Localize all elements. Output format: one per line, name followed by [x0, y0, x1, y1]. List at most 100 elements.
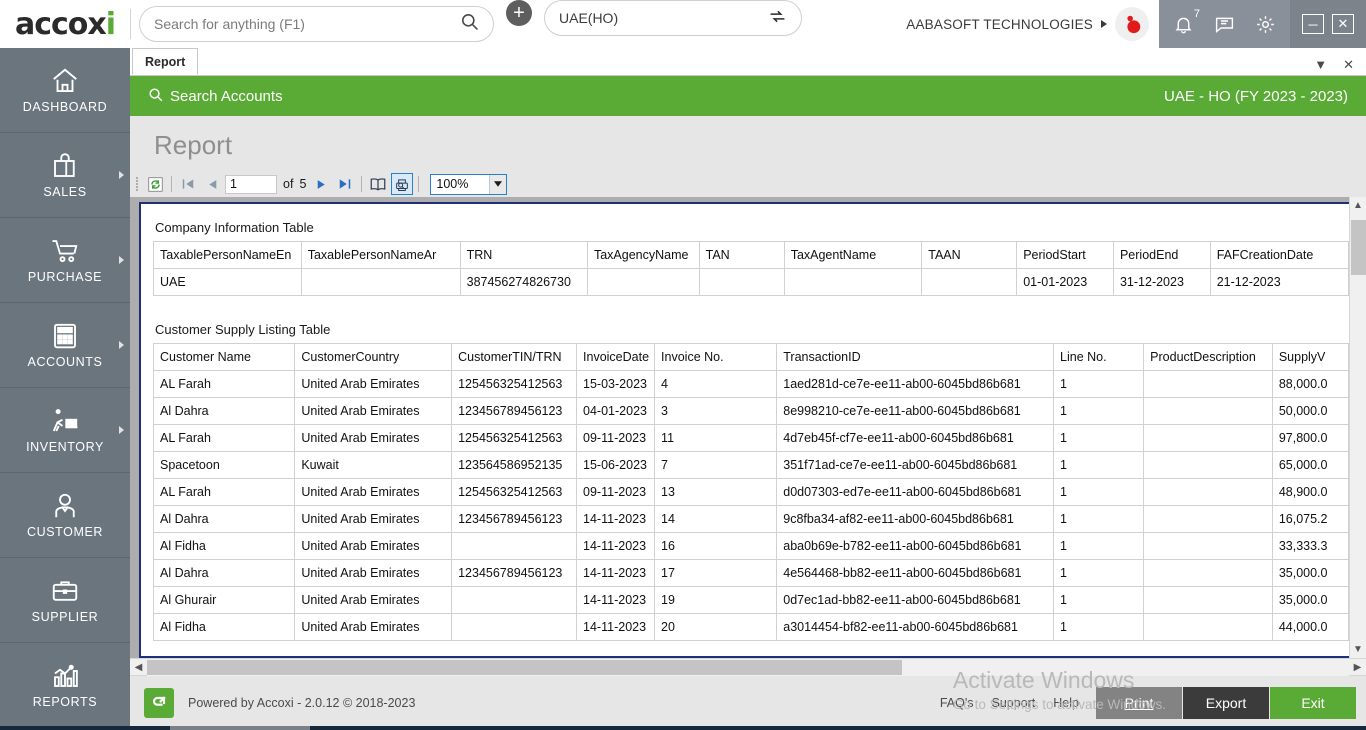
search-box[interactable]	[139, 6, 494, 42]
table-cell: United Arab Emirates	[295, 614, 452, 641]
table-row: SpacetoonKuwait12356458695213515-06-2023…	[154, 452, 1349, 479]
table-cell: 1	[1054, 614, 1144, 641]
page-number-input[interactable]	[225, 175, 277, 194]
tab-close-icon[interactable]: ✕	[1343, 58, 1354, 71]
report-vertical-scrollbar[interactable]: ▲ ▼	[1349, 197, 1366, 658]
faq-link[interactable]: FAQ's	[940, 696, 974, 710]
shopping-bag-icon	[49, 151, 81, 181]
table-cell: AL Farah	[154, 425, 295, 452]
sidebar-label: PURCHASE	[28, 270, 102, 284]
table-cell: 4	[655, 371, 777, 398]
table-cell: Al Dahra	[154, 560, 295, 587]
gear-icon[interactable]	[1255, 14, 1276, 35]
report-viewer-toolbar: of 5	[130, 171, 1366, 197]
scroll-up-icon[interactable]: ▲	[1350, 197, 1366, 214]
print-preview-icon[interactable]	[391, 173, 413, 195]
column-header: TaxAgencyName	[587, 242, 699, 269]
help-link[interactable]: Help	[1053, 696, 1079, 710]
table-cell: 16	[655, 533, 777, 560]
avatar[interactable]	[1115, 7, 1149, 41]
scroll-down-icon[interactable]: ▼	[1350, 641, 1366, 658]
table-cell	[784, 269, 922, 296]
search-icon	[148, 87, 163, 106]
sidebar-item-accounts[interactable]: ACCOUNTS	[0, 303, 130, 388]
table-cell: 35,000.0	[1272, 587, 1348, 614]
zoom-select[interactable]: 100%	[430, 174, 507, 195]
next-page-button[interactable]	[310, 173, 332, 195]
person-icon	[50, 491, 80, 521]
table-cell: 33,333.3	[1272, 533, 1348, 560]
table-cell: 09-11-2023	[577, 479, 655, 506]
chevron-right-icon[interactable]	[1101, 20, 1107, 28]
table-cell: 13	[655, 479, 777, 506]
horizontal-scroll-thumb[interactable]	[147, 660, 902, 675]
sidebar-item-purchase[interactable]: PURCHASE	[0, 218, 130, 303]
search-input[interactable]	[154, 16, 460, 32]
table-cell: UAE	[154, 269, 302, 296]
table-row: AL FarahUnited Arab Emirates125456325412…	[154, 371, 1349, 398]
export-button[interactable]: Export	[1183, 687, 1269, 719]
horizontal-scroll-track[interactable]	[147, 659, 1349, 676]
scroll-left-icon[interactable]: ◀	[130, 659, 147, 676]
table-cell: 387456274826730	[460, 269, 587, 296]
branch-value: UAE(HO)	[559, 10, 768, 26]
previous-page-button[interactable]	[201, 173, 223, 195]
last-page-button[interactable]	[334, 173, 356, 195]
report-scroll-area: Company Information Table TaxablePersonN…	[130, 197, 1349, 658]
report-horizontal-scrollbar[interactable]: ◀ ▶	[130, 658, 1366, 675]
sidebar-item-customer[interactable]: CUSTOMER	[0, 473, 130, 558]
company-menu[interactable]: AABASOFT TECHNOLOGIES	[906, 0, 1159, 48]
table-cell: 14-11-2023	[577, 533, 655, 560]
refresh-icon[interactable]	[144, 173, 166, 195]
minimize-button[interactable]: ─	[1302, 14, 1324, 34]
table-cell: d0d07303-ed7e-ee11-ab00-6045bd86b681	[777, 479, 1054, 506]
bell-icon[interactable]: 7	[1173, 14, 1194, 35]
first-page-button[interactable]	[177, 173, 199, 195]
app-logo: accoxi	[0, 0, 130, 48]
company-information-table: TaxablePersonNameEnTaxablePersonNameArTR…	[153, 241, 1349, 296]
table-cell: 4d7eb45f-cf7e-ee11-ab00-6045bd86b681	[777, 425, 1054, 452]
table-cell: Al Ghurair	[154, 587, 295, 614]
tab-report[interactable]: Report	[132, 48, 198, 75]
branch-selector[interactable]: UAE(HO)	[544, 0, 802, 36]
close-button[interactable]: ✕	[1332, 14, 1354, 34]
table-cell: 351f71ad-ce7e-ee11-ab00-6045bd86b681	[777, 452, 1054, 479]
chevron-down-icon[interactable]	[489, 175, 506, 194]
sidebar-item-sales[interactable]: SALES	[0, 133, 130, 218]
logo-accent: i	[106, 7, 115, 42]
column-header: TaxablePersonNameAr	[301, 242, 460, 269]
top-bar: accoxi + UAE(HO) AABASOFT TECHNOLOGIES	[0, 0, 1366, 48]
table-cell	[1144, 452, 1273, 479]
sidebar-item-reports[interactable]: REPORTS	[0, 643, 130, 728]
table-cell: Al Fidha	[154, 614, 295, 641]
context-bar: Search Accounts UAE - HO (FY 2023 - 2023…	[130, 76, 1366, 116]
print-button[interactable]: Print	[1096, 687, 1182, 719]
book-icon[interactable]	[367, 173, 389, 195]
sidebar-item-supplier[interactable]: SUPPLIER	[0, 558, 130, 643]
table-cell: 1	[1054, 560, 1144, 587]
column-header: ProductDescription	[1144, 344, 1273, 371]
table-cell: 9c8fba34-af82-ee11-ab00-6045bd86b681	[777, 506, 1054, 533]
exit-button[interactable]: Exit	[1270, 687, 1356, 719]
sidebar-item-inventory[interactable]: INVENTORY	[0, 388, 130, 473]
search-accounts-button[interactable]: Search Accounts	[148, 87, 283, 106]
vertical-scroll-thumb[interactable]	[1351, 220, 1366, 275]
message-icon[interactable]	[1214, 14, 1235, 35]
chevron-right-icon	[119, 341, 124, 349]
vertical-scroll-track[interactable]	[1350, 214, 1366, 641]
add-new-button[interactable]: +	[506, 0, 532, 26]
support-link[interactable]: Support	[992, 696, 1036, 710]
tab-list-dropdown-icon[interactable]: ▼	[1314, 58, 1327, 71]
switch-branch-icon[interactable]	[768, 7, 787, 29]
chevron-right-icon	[119, 171, 124, 179]
table-cell: 97,800.0	[1272, 425, 1348, 452]
scroll-right-icon[interactable]: ▶	[1349, 659, 1366, 676]
table-cell: Al Fidha	[154, 533, 295, 560]
search-icon[interactable]	[460, 12, 479, 36]
table-cell: AL Farah	[154, 479, 295, 506]
sidebar-item-dashboard[interactable]: DASHBOARD	[0, 48, 130, 133]
table-cell: 21-12-2023	[1210, 269, 1348, 296]
table-cell	[452, 614, 577, 641]
branch-fy-context: UAE - HO (FY 2023 - 2023)	[1164, 88, 1348, 105]
table-cell: 1aed281d-ce7e-ee11-ab00-6045bd86b681	[777, 371, 1054, 398]
